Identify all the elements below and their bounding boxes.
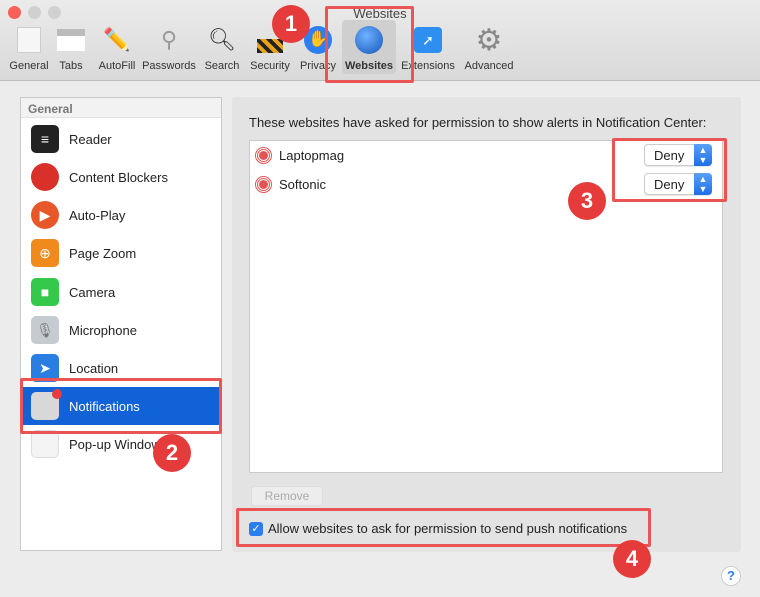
site-favicon-icon (255, 146, 272, 164)
play-icon: ▶ (31, 201, 59, 229)
annotation-badge-1: 1 (272, 5, 310, 43)
annotation-badge-3: 3 (568, 182, 606, 220)
pencil-icon: ✏️ (103, 27, 131, 52)
site-name: Laptopmag (279, 147, 345, 163)
annotation-highlight-3 (612, 138, 727, 202)
remove-button[interactable]: Remove (251, 486, 323, 506)
tab-autofill[interactable]: ✏️ AutoFill (87, 24, 147, 72)
stop-sign-icon (31, 163, 59, 191)
zoom-magnifier-icon: ⊕ (31, 239, 59, 267)
annotation-badge-2: 2 (153, 434, 191, 472)
annotation-highlight-1 (325, 6, 414, 83)
tab-advanced[interactable]: ⚙ Advanced (459, 23, 519, 73)
sidebar-item-label: Content Blockers (69, 169, 168, 185)
key-icon: ⚲ (160, 27, 178, 52)
tab-passwords[interactable]: ⚲ Passwords (139, 24, 199, 72)
microphone-icon: 🎙︎ (31, 316, 59, 344)
zoom-button[interactable] (48, 6, 61, 19)
close-button[interactable] (8, 6, 21, 19)
tab-label: Advanced (464, 60, 514, 72)
sidebar: General ≡ Reader Content Blockers ▶ Auto-P… (20, 97, 222, 551)
site-name: Softonic (279, 176, 326, 192)
sidebar-item-label: Camera (69, 284, 116, 300)
annotation-highlight-2 (20, 378, 222, 434)
annotation-highlight-4 (236, 508, 651, 547)
tab-label: Security (250, 60, 290, 72)
sidebar-item-label: Microphone (69, 322, 137, 338)
sidebar-item-label: Auto-Play (69, 207, 126, 223)
tab-label: AutoFill (98, 60, 136, 72)
sidebar-item-label: Reader (69, 131, 112, 147)
sidebar-item-label: Location (69, 360, 119, 376)
sidebar-item-page-zoom[interactable]: ⊕ Page Zoom (21, 234, 221, 272)
sidebar-header: General (21, 98, 221, 118)
magnifier-icon: 🔍︎ (208, 27, 236, 52)
sidebar-item-content-blockers[interactable]: Content Blockers (21, 158, 221, 196)
tabs-icon (55, 24, 87, 56)
help-button[interactable]: ? (721, 566, 741, 586)
tab-label: Search (204, 60, 240, 72)
sidebar-item-label: Page Zoom (69, 245, 137, 261)
sidebar-item-microphone[interactable]: 🎙︎ Microphone (21, 311, 221, 349)
panel-description: These websites have asked for permission… (249, 115, 707, 130)
sidebar-item-auto-play[interactable]: ▶ Auto-Play (21, 196, 221, 234)
puzzle-compass-icon: ➚ (412, 24, 444, 56)
gear-icon: ⚙ (475, 23, 503, 57)
camera-icon: ■ (31, 278, 59, 306)
minimize-button[interactable] (28, 6, 41, 19)
tab-label: Passwords (142, 60, 196, 72)
site-favicon-icon (255, 175, 272, 193)
tab-label: Tabs (59, 60, 83, 72)
annotation-badge-4: 4 (613, 540, 651, 578)
popup-window-icon (31, 430, 59, 458)
sidebar-item-camera[interactable]: ■ Camera (21, 273, 221, 311)
sidebar-item-reader[interactable]: ≡ Reader (21, 120, 221, 158)
reader-icon: ≡ (31, 125, 59, 153)
